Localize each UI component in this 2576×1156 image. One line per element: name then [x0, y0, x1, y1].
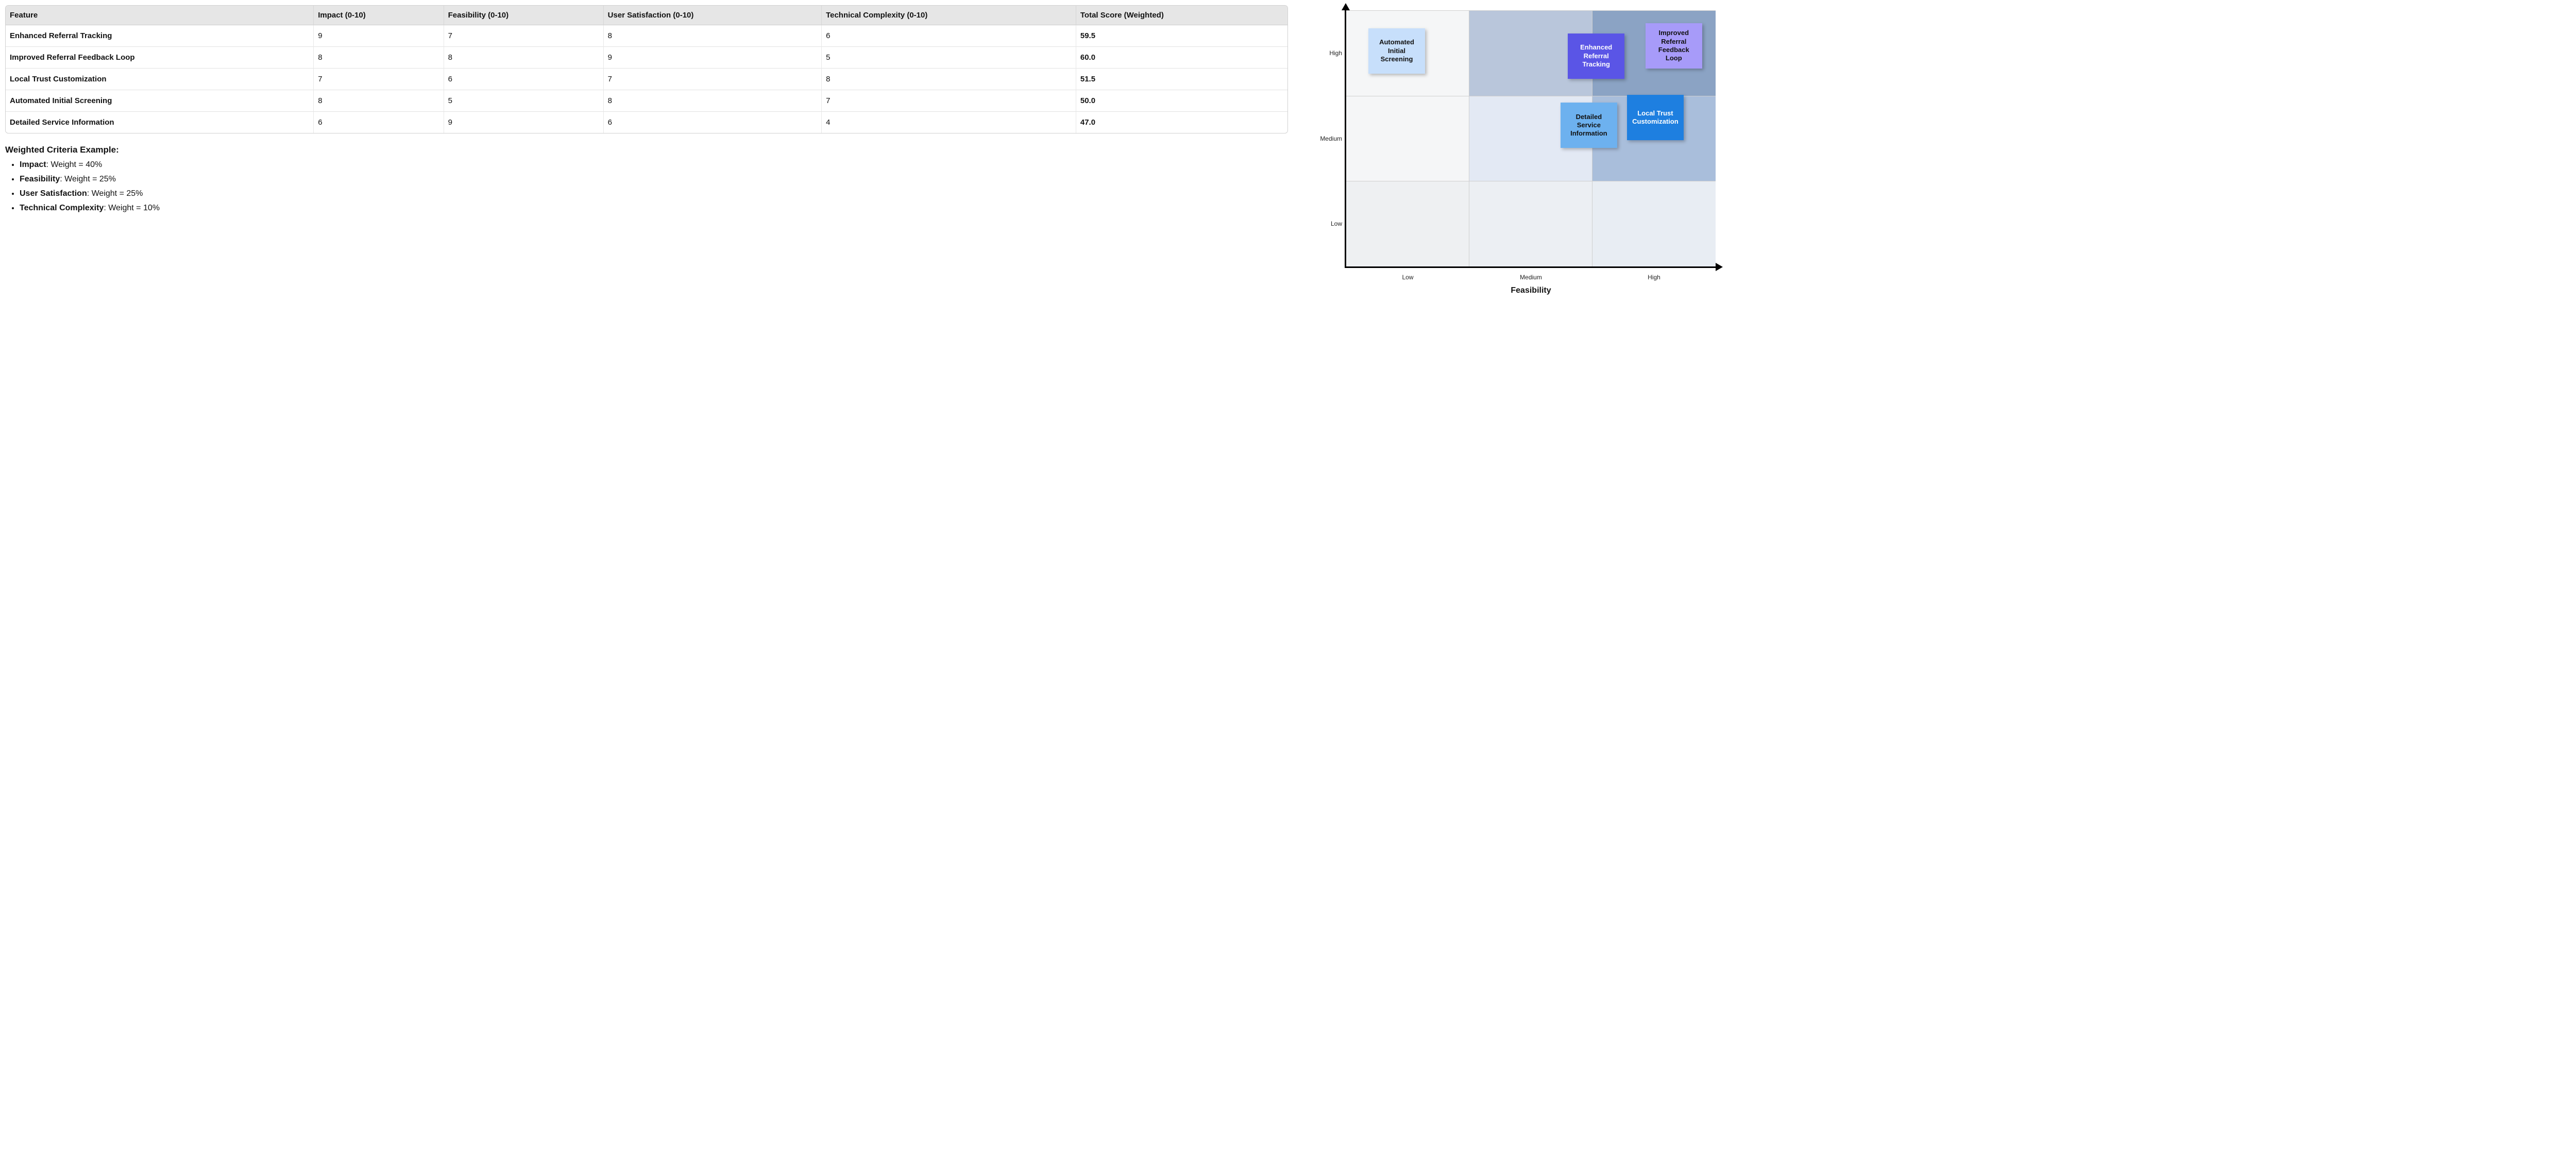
col-feasibility: Feasibility (0-10): [444, 6, 604, 25]
cell-total: 47.0: [1076, 112, 1287, 133]
criteria-heading: Weighted Criteria Example:: [5, 145, 1288, 155]
cell-satisfaction: 9: [604, 47, 822, 69]
cell-feasibility: 5: [444, 90, 604, 112]
criteria-weight: : Weight = 40%: [46, 160, 103, 169]
col-total: Total Score (Weighted): [1076, 6, 1287, 25]
x-axis-title: Feasibility: [1511, 286, 1551, 295]
cell-feature: Enhanced Referral Tracking: [6, 25, 314, 47]
criteria-weight: : Weight = 10%: [104, 204, 160, 212]
cell-feature: Improved Referral Feedback Loop: [6, 47, 314, 69]
cell-feature: Local Trust Customization: [6, 69, 314, 90]
matrix-card[interactable]: Detailed Service Information: [1561, 103, 1617, 148]
matrix-cell: [1346, 181, 1469, 266]
cell-feasibility: 7: [444, 25, 604, 47]
y-tick-low: Low: [1316, 220, 1342, 227]
criteria-weight: : Weight = 25%: [60, 175, 116, 183]
criteria-name: Feasibility: [20, 175, 60, 183]
cell-feature: Detailed Service Information: [6, 112, 314, 133]
matrix-cell: [1469, 181, 1592, 266]
y-axis-arrow-icon: [1342, 3, 1350, 10]
criteria-list: Impact: Weight = 40%Feasibility: Weight …: [5, 160, 1288, 213]
col-feature: Feature: [6, 6, 314, 25]
col-impact: Impact (0-10): [314, 6, 444, 25]
priority-matrix: High Medium Low Low Medium High Feasibil…: [1345, 10, 1716, 268]
feature-score-table: Feature Impact (0-10) Feasibility (0-10)…: [5, 5, 1288, 133]
table-row: Local Trust Customization767851.5: [6, 69, 1287, 90]
cell-satisfaction: 8: [604, 90, 822, 112]
cell-complexity: 7: [822, 90, 1076, 112]
cell-impact: 6: [314, 112, 444, 133]
matrix-card[interactable]: Local Trust Customization: [1627, 95, 1684, 140]
matrix-cell: [1346, 96, 1469, 181]
cell-satisfaction: 6: [604, 112, 822, 133]
cell-total: 51.5: [1076, 69, 1287, 90]
criteria-item: Impact: Weight = 40%: [20, 160, 1288, 170]
cell-impact: 8: [314, 90, 444, 112]
cell-complexity: 8: [822, 69, 1076, 90]
cell-feasibility: 8: [444, 47, 604, 69]
criteria-name: Impact: [20, 160, 46, 169]
cell-complexity: 4: [822, 112, 1076, 133]
criteria-name: User Satisfaction: [20, 189, 87, 198]
x-tick-medium: Medium: [1520, 274, 1542, 281]
cell-complexity: 5: [822, 47, 1076, 69]
matrix-cell: [1592, 181, 1716, 266]
matrix-card[interactable]: Automated Initial Screening: [1368, 28, 1425, 74]
criteria-item: User Satisfaction: Weight = 25%: [20, 189, 1288, 198]
criteria-name: Technical Complexity: [20, 204, 104, 212]
table-row: Enhanced Referral Tracking978659.5: [6, 25, 1287, 47]
cell-feature: Automated Initial Screening: [6, 90, 314, 112]
cell-impact: 7: [314, 69, 444, 90]
cell-feasibility: 6: [444, 69, 604, 90]
table-row: Improved Referral Feedback Loop889560.0: [6, 47, 1287, 69]
cell-total: 59.5: [1076, 25, 1287, 47]
criteria-weight: : Weight = 25%: [87, 189, 143, 198]
criteria-item: Technical Complexity: Weight = 10%: [20, 204, 1288, 213]
x-tick-low: Low: [1402, 274, 1414, 281]
y-tick-medium: Medium: [1316, 135, 1342, 142]
table-row: Automated Initial Screening858750.0: [6, 90, 1287, 112]
cell-satisfaction: 8: [604, 25, 822, 47]
cell-complexity: 6: [822, 25, 1076, 47]
cell-satisfaction: 7: [604, 69, 822, 90]
x-axis-arrow-icon: [1716, 263, 1723, 271]
table-row: Detailed Service Information696447.0: [6, 112, 1287, 133]
matrix-card[interactable]: Enhanced Referral Tracking: [1568, 33, 1624, 79]
criteria-item: Feasibility: Weight = 25%: [20, 175, 1288, 184]
y-tick-high: High: [1316, 49, 1342, 57]
col-complexity: Technical Complexity (0-10): [822, 6, 1076, 25]
cell-feasibility: 9: [444, 112, 604, 133]
cell-total: 60.0: [1076, 47, 1287, 69]
cell-impact: 8: [314, 47, 444, 69]
cell-total: 50.0: [1076, 90, 1287, 112]
matrix-card[interactable]: Improved Referral Feedback Loop: [1646, 23, 1702, 69]
cell-impact: 9: [314, 25, 444, 47]
col-satisfaction: User Satisfaction (0-10): [604, 6, 822, 25]
x-tick-high: High: [1648, 274, 1660, 281]
